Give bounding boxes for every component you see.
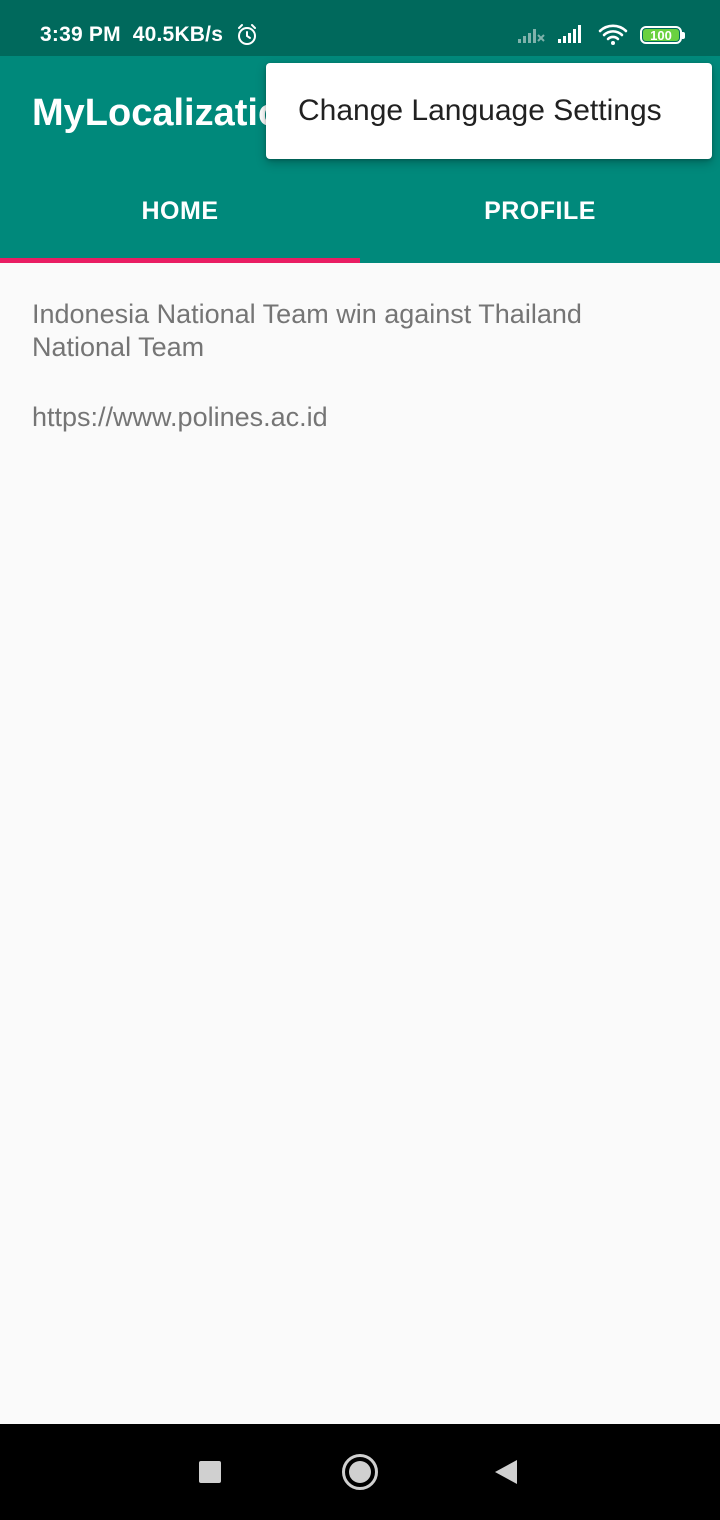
status-left-group: 3:39 PM 40.5KB/s: [40, 20, 259, 50]
overflow-menu: Change Language Settings: [266, 63, 712, 159]
battery-icon: 100: [640, 26, 685, 44]
signal-icon: [558, 25, 586, 45]
news-link[interactable]: https://www.polines.ac.id: [32, 401, 672, 434]
app-title: MyLocalization: [32, 92, 305, 134]
recents-icon: [199, 1461, 221, 1483]
tab-bar: HOME PROFILE: [0, 160, 720, 263]
system-nav-bar: [0, 1424, 720, 1520]
tab-indicator: [0, 258, 360, 263]
battery-level: 100: [650, 27, 672, 43]
alarm-icon: [235, 23, 259, 47]
network-speed: 40.5KB/s: [132, 23, 224, 46]
signal-off-icon: [518, 25, 546, 45]
home-content: Indonesia National Team win against Thai…: [32, 298, 672, 434]
back-icon: [493, 1458, 519, 1486]
status-time: 3:39 PM: [40, 23, 121, 46]
wifi-icon: [598, 24, 628, 46]
tab-home[interactable]: HOME: [0, 160, 360, 263]
recents-button[interactable]: [180, 1424, 240, 1520]
tab-profile-label: PROFILE: [484, 197, 596, 225]
back-button[interactable]: [476, 1424, 536, 1520]
home-button[interactable]: [330, 1424, 390, 1520]
news-headline: Indonesia National Team win against Thai…: [32, 299, 582, 362]
status-right-group: 100: [518, 22, 685, 48]
home-icon: [342, 1454, 378, 1490]
menu-item-change-language[interactable]: Change Language Settings: [298, 94, 662, 128]
tab-profile[interactable]: PROFILE: [360, 160, 720, 263]
tab-home-label: HOME: [141, 197, 219, 225]
status-bar: 3:39 PM 40.5KB/s 100: [0, 0, 720, 56]
